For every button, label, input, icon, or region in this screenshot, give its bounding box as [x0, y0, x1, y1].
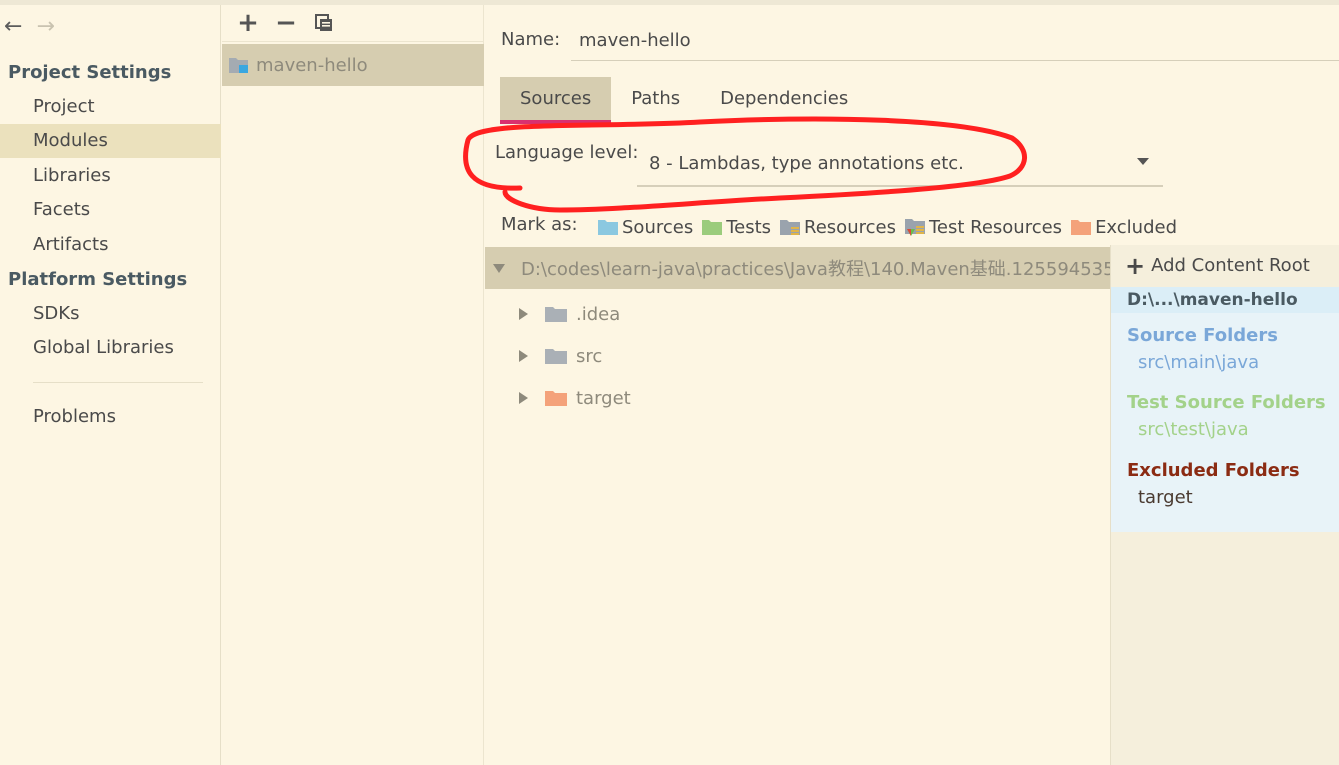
tree-node-target[interactable]: target: [519, 383, 631, 413]
mark-as-label: Mark as:: [501, 214, 578, 235]
add-icon: +: [1125, 251, 1146, 280]
section-project-settings: Project Settings: [8, 62, 172, 83]
tree-root-path: D:\codes\learn-java\practices\Java教程\140…: [521, 259, 1110, 280]
tree-node-label: src: [576, 345, 603, 367]
test-source-folder-item[interactable]: src\test\java: [1138, 419, 1249, 440]
module-label: maven-hello: [256, 54, 368, 76]
language-level-label: Language level:: [495, 142, 639, 163]
source-folder-item[interactable]: src\main\java: [1138, 352, 1259, 373]
nav-item-libraries[interactable]: Libraries: [0, 159, 221, 193]
collapsed-arrow-icon[interactable]: [519, 350, 528, 362]
excluded-folder-icon: [545, 391, 567, 406]
language-level-value: 8 - Lambdas, type annotations etc.: [649, 152, 964, 174]
name-field[interactable]: maven-hello: [571, 21, 1339, 61]
tree-node-idea[interactable]: .idea: [519, 299, 620, 329]
collapsed-arrow-icon[interactable]: [519, 308, 528, 320]
content-root-tree: D:\codes\learn-java\practices\Java教程\140…: [485, 247, 1110, 765]
folder-icon: [545, 349, 567, 364]
module-tabs: Sources Paths Dependencies: [500, 77, 868, 124]
resources-folder-icon: [780, 220, 801, 235]
tab-dependencies[interactable]: Dependencies: [700, 77, 868, 121]
excluded-folders-title: Excluded Folders: [1127, 460, 1300, 481]
section-platform-settings: Platform Settings: [8, 269, 188, 290]
sources-folder-icon: [598, 220, 618, 235]
name-label: Name:: [501, 29, 561, 50]
content-root-path[interactable]: D:\...\maven-hello: [1111, 287, 1339, 313]
nav-item-modules[interactable]: Modules: [0, 124, 221, 158]
add-content-root-button[interactable]: + Add Content Root: [1125, 251, 1310, 280]
remove-icon[interactable]: −: [270, 8, 302, 38]
excluded-folder-icon: [1071, 220, 1092, 235]
test-source-folders-title: Test Source Folders: [1127, 392, 1326, 413]
mark-test-resources-button[interactable]: Test Resources: [904, 213, 1062, 241]
content-root-details: D:\...\maven-hello Source Folders src\ma…: [1111, 287, 1339, 532]
module-list-panel: + − maven-hello: [222, 5, 484, 765]
nav-item-facets[interactable]: Facets: [0, 193, 221, 227]
tab-sources[interactable]: Sources: [500, 77, 612, 124]
tests-folder-icon: [702, 220, 723, 235]
nav-item-sdks[interactable]: SDKs: [0, 297, 221, 331]
nav-item-problems[interactable]: Problems: [0, 400, 221, 434]
nav-divider: [33, 382, 203, 383]
folder-icon: [545, 307, 567, 322]
nav-item-project[interactable]: Project: [0, 90, 221, 124]
tree-node-label: .idea: [576, 303, 621, 325]
mark-tests-button[interactable]: Tests: [701, 213, 771, 241]
back-arrow-icon[interactable]: ←: [4, 13, 22, 41]
module-folder-icon: [229, 58, 248, 73]
language-level-select[interactable]: 8 - Lambdas, type annotations etc.: [637, 141, 1163, 187]
nav-item-artifacts[interactable]: Artifacts: [0, 228, 221, 262]
tab-paths[interactable]: Paths: [611, 77, 700, 121]
mark-sources-button[interactable]: Sources: [597, 213, 693, 241]
tree-root-node[interactable]: D:\codes\learn-java\practices\Java教程\140…: [485, 247, 1110, 289]
add-icon[interactable]: +: [232, 8, 264, 38]
module-toolbar: + −: [222, 5, 484, 42]
module-item-maven-hello[interactable]: maven-hello: [222, 44, 484, 86]
mark-excluded-button[interactable]: Excluded: [1070, 213, 1177, 241]
mark-as-toolbar: Sources Tests Resources Test Resources E…: [597, 213, 1177, 241]
source-folders-title: Source Folders: [1127, 325, 1278, 346]
module-settings: Name: maven-hello Sources Paths Dependen…: [485, 5, 1339, 765]
mark-resources-button[interactable]: Resources: [779, 213, 896, 241]
nav-item-global-libraries[interactable]: Global Libraries: [0, 331, 221, 365]
content-roots-panel: + Add Content Root D:\...\maven-hello So…: [1110, 245, 1339, 765]
chevron-down-icon: [1137, 158, 1149, 165]
collapsed-arrow-icon[interactable]: [519, 392, 528, 404]
copy-icon[interactable]: [308, 8, 340, 38]
excluded-folder-item[interactable]: target: [1138, 487, 1193, 508]
tree-node-label: target: [576, 387, 631, 409]
settings-nav: ← → Project Settings Project Modules Lib…: [0, 5, 221, 765]
expanded-arrow-icon[interactable]: [493, 263, 505, 273]
forward-arrow-icon: →: [36, 14, 55, 39]
tree-node-src[interactable]: src: [519, 341, 602, 371]
test-resources-folder-icon: [904, 219, 925, 236]
nav-history: ← →: [4, 13, 55, 41]
